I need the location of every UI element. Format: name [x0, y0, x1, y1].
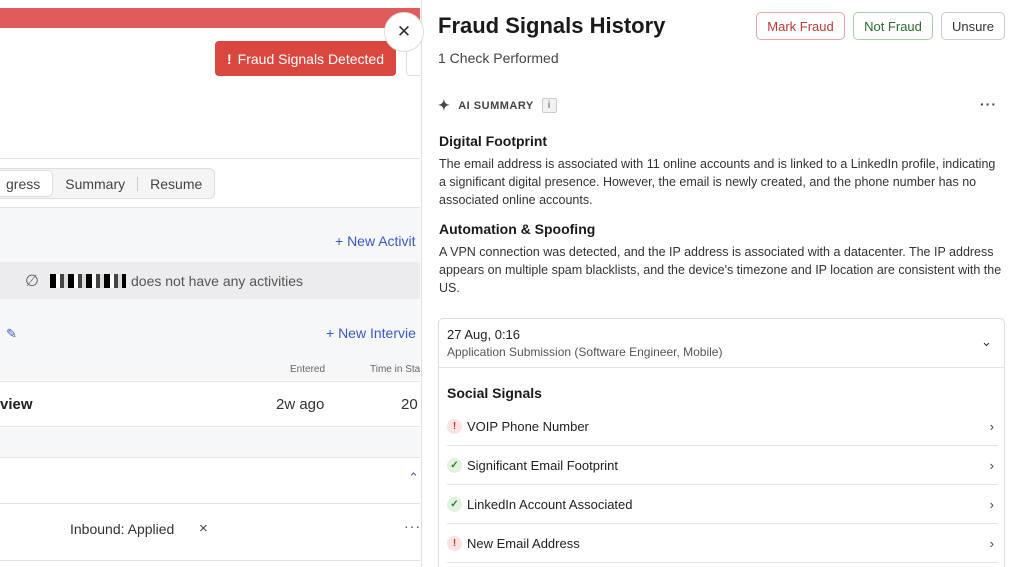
- mark-fraud-button[interactable]: Mark Fraud: [756, 12, 845, 40]
- tab-summary[interactable]: Summary: [53, 169, 137, 198]
- warning-icon: !: [447, 418, 462, 434]
- divider: [0, 503, 420, 504]
- chevron-right-icon: ›: [989, 457, 994, 473]
- signal-label: Significant Email Footprint: [467, 457, 619, 473]
- divider: [0, 560, 420, 561]
- signal-row[interactable]: ! VOIP Phone Number ›: [447, 407, 998, 446]
- check-card-header[interactable]: 27 Aug, 0:16 Application Submission (Sof…: [439, 319, 1004, 368]
- chevron-right-icon: ›: [989, 418, 994, 434]
- redacted-name: [50, 273, 126, 288]
- stage-name: view: [0, 396, 33, 413]
- column-time-in-stage: Time in Stag: [370, 364, 420, 375]
- section-text: The email address is associated with 11 …: [439, 157, 996, 207]
- checks-count: 1 Check Performed: [438, 50, 559, 66]
- sparkle-icon: ✦: [438, 97, 451, 113]
- fraud-signals-label: Fraud Signals Detected: [237, 50, 384, 67]
- entered-value: 2w ago: [276, 396, 325, 413]
- panel-title: Fraud Signals History: [438, 13, 666, 38]
- alert-icon: !: [227, 50, 232, 67]
- tab-progress[interactable]: gress: [0, 170, 54, 197]
- warning-icon: !: [447, 535, 462, 551]
- fraud-signals-button[interactable]: ! Fraud Signals Detected: [215, 41, 396, 76]
- new-activity-link[interactable]: + New Activit: [335, 233, 416, 249]
- new-interview-link[interactable]: + New Intervie: [326, 325, 416, 341]
- ai-summary-label: AI SUMMARY: [458, 99, 534, 112]
- empty-icon: ∅: [25, 272, 39, 290]
- check-icon: ✓: [447, 496, 462, 512]
- close-icon: ✕: [396, 22, 412, 41]
- section-heading: Digital Footprint: [439, 133, 548, 149]
- ai-summary-header: ✦ AI SUMMARY i: [438, 97, 557, 114]
- signal-label: LinkedIn Account Associated: [467, 496, 633, 512]
- more-options-icon[interactable]: ···: [404, 518, 420, 534]
- chevron-right-icon: ›: [989, 535, 994, 551]
- signal-label: VOIP Phone Number: [467, 418, 589, 434]
- signal-row[interactable]: ✓ Significant Email Footprint ›: [447, 446, 998, 485]
- source-label: Inbound: Applied: [70, 521, 175, 537]
- pencil-icon[interactable]: ✎: [6, 326, 17, 342]
- close-panel-button[interactable]: ✕: [384, 12, 424, 52]
- chevron-up-icon[interactable]: ⌃: [408, 470, 419, 486]
- check-card: 27 Aug, 0:16 Application Submission (Sof…: [438, 318, 1005, 567]
- empty-activities-row: ∅ does not have any activities: [0, 262, 420, 299]
- tab-resume[interactable]: Resume: [138, 169, 214, 198]
- remove-icon[interactable]: ×: [199, 520, 208, 537]
- check-application: Application Submission (Software Enginee…: [447, 345, 723, 359]
- background-page: ! Fraud Signals Detected gress Summary R…: [0, 0, 420, 567]
- column-entered: Entered: [290, 364, 326, 375]
- check-icon: ✓: [447, 457, 462, 473]
- social-signals-title: Social Signals: [447, 385, 542, 401]
- time-in-stage-value: 20: [401, 396, 418, 413]
- section-spacer: [0, 428, 420, 458]
- unsure-button[interactable]: Unsure: [941, 12, 1005, 40]
- check-date: 27 Aug, 0:16: [447, 327, 521, 342]
- chevron-right-icon: ›: [989, 496, 994, 512]
- signal-label: New Email Address: [467, 535, 580, 551]
- signal-row[interactable]: ! New Email Address ›: [447, 524, 998, 563]
- info-icon[interactable]: i: [541, 98, 557, 113]
- section-heading: Automation & Spoofing: [439, 221, 596, 237]
- not-fraud-button[interactable]: Not Fraud: [853, 12, 933, 40]
- empty-activities-text: does not have any activities: [131, 272, 303, 289]
- chevron-down-icon[interactable]: ⌄: [981, 334, 992, 350]
- signal-row[interactable]: ✓ LinkedIn Account Associated ›: [447, 485, 998, 524]
- table-row[interactable]: view 2w ago 20: [0, 381, 420, 427]
- profile-tabs: gress Summary Resume: [0, 168, 216, 199]
- fraud-signals-panel: Fraud Signals History 1 Check Performed …: [421, 0, 1018, 567]
- section-text: A VPN connection was detected, and the I…: [439, 245, 1002, 295]
- alert-banner: [0, 8, 420, 28]
- more-options-icon[interactable]: ···: [980, 96, 997, 112]
- divider: [0, 158, 420, 159]
